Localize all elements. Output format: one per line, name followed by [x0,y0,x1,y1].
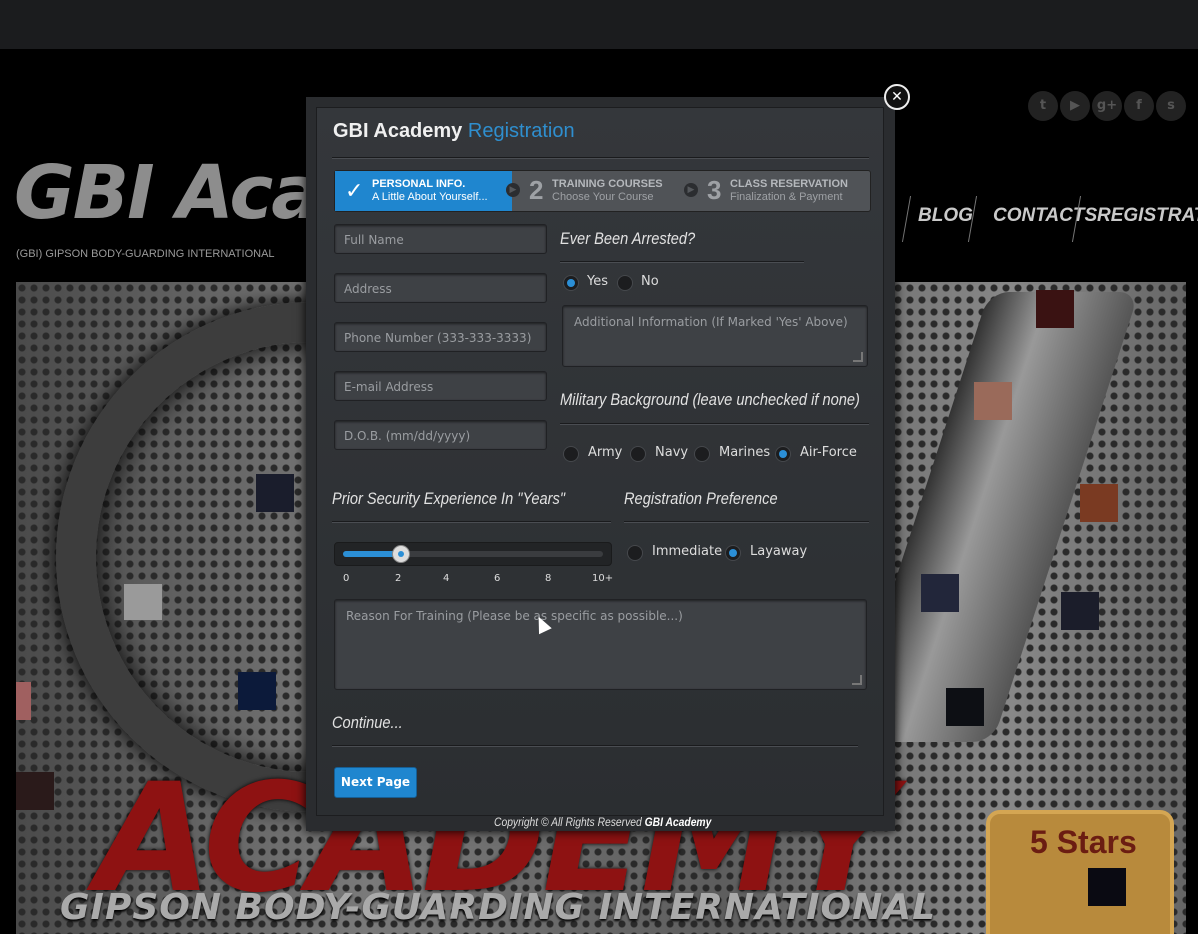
slider-tick: 10+ [592,573,614,584]
modal-panel [316,107,884,816]
hero-tile [921,574,959,612]
phone-field[interactable]: Phone Number (333-333-3333) [334,322,547,352]
step-number: 3 [707,175,722,205]
military-marines-radio[interactable] [694,446,710,462]
hero-subtitle: GIPSON BODY-GUARDING INTERNATIONAL [60,887,937,928]
step-subtitle: Choose Your Course [552,191,654,203]
copyright-brand: GBI Academy [644,815,712,829]
reason-placeholder: Reason For Training (Please be as specif… [346,609,683,623]
military-airforce-label: Air-Force [800,445,857,460]
step-class-reservation[interactable]: 3 CLASS RESERVATION Finalization & Payme… [693,171,870,211]
next-page-button[interactable]: Next Page [334,767,417,798]
hero-tile [1061,592,1099,630]
military-navy-label: Navy [655,445,689,460]
step-personal-info[interactable]: ✓ PERSONAL INFO. A Little About Yourself… [335,171,512,211]
military-marines-label: Marines [719,445,771,460]
preference-immediate-radio[interactable] [627,545,643,561]
copyright-text: Copyright © All Rights Reserved [494,815,642,829]
close-icon[interactable]: ✕ [884,84,910,110]
continue-heading: Continue... [332,713,403,732]
step-title: PERSONAL INFO. [372,178,466,190]
nav-blog[interactable]: BLOG [918,205,973,227]
progress-steps: ✓ PERSONAL INFO. A Little About Yourself… [334,170,871,212]
reason-textarea[interactable]: Reason For Training (Please be as specif… [334,599,867,690]
five-stars-badge: 5 Stars [986,810,1174,934]
skype-icon[interactable]: s [1156,91,1186,121]
step-title: TRAINING COURSES [552,178,663,190]
experience-slider[interactable] [334,542,612,566]
divider [332,745,858,747]
experience-heading: Prior Security Experience In "Years" [332,489,566,508]
slider-tick: 6 [494,573,501,584]
arrested-no-label: No [641,274,659,289]
dob-field[interactable]: D.O.B. (mm/dd/yyyy) [334,420,547,450]
military-army-label: Army [588,445,623,460]
arrested-yes-radio[interactable] [563,275,579,291]
resize-grip-icon[interactable] [853,352,863,362]
divider [332,521,611,523]
copyright: Copyright © All Rights Reserved GBI Acad… [494,815,711,829]
address-field[interactable]: Address [334,273,547,303]
slider-handle[interactable] [391,545,410,563]
full-name-field[interactable]: Full Name [334,224,547,254]
hero-tile [974,382,1012,420]
preference-heading: Registration Preference [624,489,778,508]
military-heading: Military Background (leave unchecked if … [560,390,860,409]
facebook-icon[interactable]: f [1124,91,1154,121]
step-training-courses[interactable]: 2 TRAINING COURSES Choose Your Course [515,171,692,211]
modal-title-main: GBI Academy [333,120,463,142]
arrest-info-placeholder: Additional Information (If Marked 'Yes' … [574,315,848,329]
hero-tile [1080,484,1118,522]
hero-tile [256,474,294,512]
step-subtitle: A Little About Yourself... [372,191,488,203]
google-plus-icon[interactable]: g+ [1092,91,1122,121]
modal-title-accent: Registration [467,120,575,142]
arrested-no-radio[interactable] [617,275,633,291]
badge-text: 5 Stars [1030,824,1137,860]
nav-divider [901,196,912,242]
arrested-yes-label: Yes [587,274,608,289]
preference-immediate-label: Immediate [652,544,723,559]
step-title: CLASS RESERVATION [730,178,848,190]
hero-tile [124,584,162,620]
email-field[interactable]: E-mail Address [334,371,547,401]
divider [332,157,869,159]
checkmark-icon: ✓ [345,179,364,204]
divider [560,423,869,425]
preference-layaway-radio[interactable] [725,545,741,561]
preference-layaway-label: Layaway [750,544,808,559]
arrested-heading: Ever Been Arrested? [560,229,696,248]
military-army-radio[interactable] [563,446,579,462]
top-bar [0,0,1198,49]
divider [560,261,804,263]
step-subtitle: Finalization & Payment [730,191,843,203]
step-number: 2 [529,175,544,205]
hero-tile [238,672,276,710]
hero-tile [946,688,984,726]
youtube-icon[interactable]: ▶ [1060,91,1090,121]
hero-tile [16,772,54,810]
arrest-info-textarea[interactable]: Additional Information (If Marked 'Yes' … [562,305,868,367]
modal-title: GBI Academy Registration [333,120,575,143]
hero-tile [1088,868,1126,906]
slider-tick: 4 [443,573,450,584]
hero-tile [16,682,31,720]
resize-grip-icon[interactable] [852,675,862,685]
slider-tick: 0 [343,573,350,584]
military-airforce-radio[interactable] [775,446,791,462]
divider [624,521,869,523]
hero-tile [1036,290,1074,328]
nav-registration[interactable]: REGISTRATION [1097,205,1198,227]
twitter-icon[interactable]: t [1028,91,1058,121]
slider-tick: 2 [395,573,402,584]
slider-tick: 8 [545,573,552,584]
site-tagline: (GBI) GIPSON BODY-GUARDING INTERNATIONAL [16,248,275,260]
nav-contacts[interactable]: CONTACTS [993,205,1097,227]
military-navy-radio[interactable] [630,446,646,462]
